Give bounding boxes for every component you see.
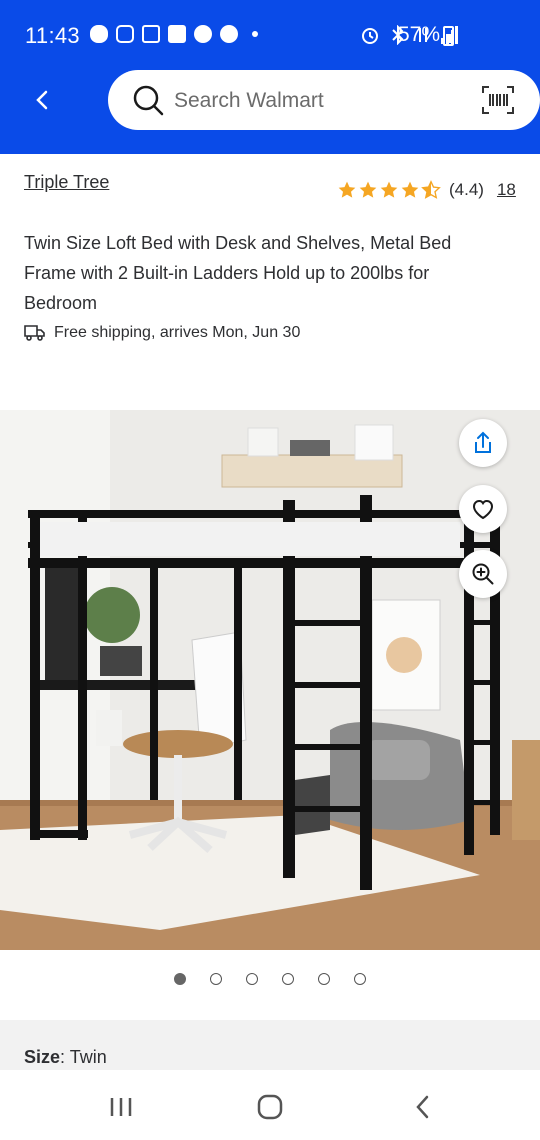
carousel-dot-5[interactable] xyxy=(318,973,330,985)
zoom-in-icon xyxy=(472,563,494,585)
image-carousel-indicators xyxy=(174,973,366,985)
star-icon xyxy=(380,181,398,198)
home-button[interactable] xyxy=(255,1092,285,1122)
recent-apps-icon xyxy=(110,1098,132,1116)
back-arrow-icon xyxy=(416,1095,429,1119)
notification-icons xyxy=(90,25,258,43)
home-icon xyxy=(257,1094,283,1120)
heart-icon xyxy=(472,499,494,520)
chevron-left-icon xyxy=(36,90,48,110)
size-label: Size xyxy=(24,1047,61,1067)
zoom-button[interactable] xyxy=(459,550,507,598)
rating-value: (4.4) xyxy=(449,180,484,199)
status-time: 11:43 xyxy=(25,23,80,48)
product-title: Twin Size Loft Bed with Desk and Shelves… xyxy=(24,233,452,313)
app-icon xyxy=(168,25,186,43)
carousel-dot-1[interactable] xyxy=(174,973,186,985)
recent-apps-button[interactable] xyxy=(106,1092,136,1122)
share-button[interactable] xyxy=(459,419,507,467)
star-icon xyxy=(401,181,419,198)
star-icon xyxy=(338,181,356,198)
alarm-icon xyxy=(362,28,378,44)
back-nav-button[interactable] xyxy=(408,1092,438,1122)
more-notifications-icon xyxy=(252,31,258,37)
size-value: : Twin xyxy=(60,1047,107,1067)
barcode-scan-icon[interactable] xyxy=(482,86,514,114)
size-selector[interactable]: Size: Twin xyxy=(24,1047,107,1068)
share-icon xyxy=(475,431,491,453)
system-nav-bar xyxy=(0,1070,540,1140)
instagram-icon xyxy=(116,25,134,43)
search-bar[interactable]: Search Walmart xyxy=(108,70,540,130)
shipping-info: Free shipping, arrives Mon, Jun 30 xyxy=(24,324,300,342)
back-button[interactable] xyxy=(24,82,60,118)
shipping-text: Free shipping, arrives Mon, Jun 30 xyxy=(54,324,301,341)
product-photo xyxy=(0,410,540,950)
carousel-dot-2[interactable] xyxy=(210,973,222,985)
brand-link[interactable]: Triple Tree xyxy=(24,172,109,193)
rating[interactable]: (4.4) 18 xyxy=(337,180,516,200)
battery-percent: 57% xyxy=(398,23,441,46)
review-count-link[interactable]: 18 xyxy=(497,180,516,200)
facebook-icon xyxy=(194,25,212,43)
carousel-dot-3[interactable] xyxy=(246,973,258,985)
carousel-dot-4[interactable] xyxy=(282,973,294,985)
star-rating xyxy=(337,180,441,200)
search-input[interactable]: Search Walmart xyxy=(174,89,324,113)
cloud-icon xyxy=(90,25,108,43)
star-half-icon xyxy=(421,180,441,199)
search-icon xyxy=(133,85,164,116)
facebook-icon xyxy=(220,25,238,43)
favorite-button[interactable] xyxy=(459,485,507,533)
message-icon xyxy=(142,25,160,43)
status-bar: 11:43 57% xyxy=(0,0,540,70)
app-header: 11:43 57% Search Walmart xyxy=(0,0,540,154)
product-image[interactable] xyxy=(0,410,540,950)
star-icon xyxy=(359,181,377,198)
battery-icon xyxy=(443,26,454,46)
truck-icon xyxy=(24,325,45,341)
carousel-dot-6[interactable] xyxy=(354,973,366,985)
